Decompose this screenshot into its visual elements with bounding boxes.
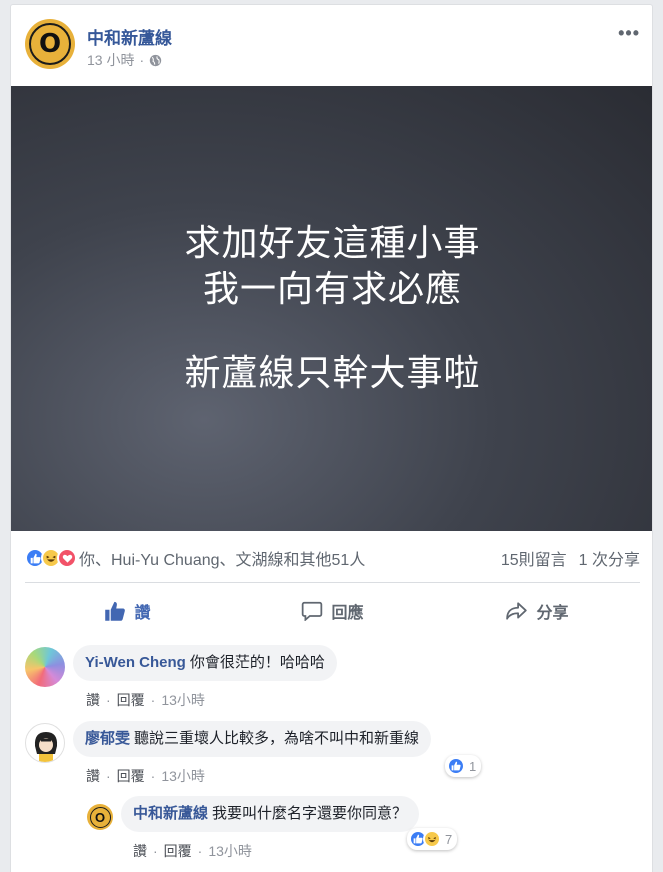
page-avatar-letter: O xyxy=(29,23,71,65)
comments-count[interactable]: 15則留言 xyxy=(501,546,567,570)
image-text-line-1: 求加好友這種小事 xyxy=(184,222,481,264)
reply-author[interactable]: 中和新蘆線 xyxy=(133,805,208,822)
page-avatar-letter: O xyxy=(89,806,111,828)
comment-actions: 讚 · 回覆 · 13小時 xyxy=(86,766,205,786)
commenter-avatar[interactable] xyxy=(25,723,65,763)
comment-actions: 讚 · 回覆 · 13小時 xyxy=(86,690,205,710)
reply-actions: 讚 · 回覆 · 13小時 xyxy=(133,841,252,861)
comment-reply-link[interactable]: 回覆 xyxy=(117,690,145,710)
comment-time[interactable]: 13小時 xyxy=(161,690,205,710)
like-icon xyxy=(447,757,465,775)
comment-author[interactable]: Yi-Wen Cheng xyxy=(85,654,186,671)
comment-button[interactable]: 回應 xyxy=(230,588,435,634)
commenter-avatar[interactable] xyxy=(25,647,65,687)
haha-icon xyxy=(423,830,441,848)
like-button-label: 讚 xyxy=(134,605,151,622)
reply-bubble: 中和新蘆線 我要叫什麼名字還要你同意？ xyxy=(121,796,420,832)
post-meta: 13 小時 · xyxy=(87,50,162,70)
more-options-icon[interactable]: ••• xyxy=(618,23,640,44)
reply-reaction-count[interactable]: 7 xyxy=(407,828,458,850)
image-text-line-3: 新蘆線只幹大事啦 xyxy=(184,352,481,394)
reply-avatar[interactable]: O xyxy=(87,804,113,830)
post-time[interactable]: 13 小時 xyxy=(87,50,134,70)
comments-section: Yi-Wen Cheng 你會很茫的！哈哈哈 讚 · 回覆 · 13小時 廖郁雯聽… xyxy=(11,635,652,872)
comment-text: 聽說三重壞人比較多，為啥不叫中和新重線 xyxy=(134,730,420,747)
share-icon xyxy=(506,602,528,620)
comment-text: 你會很茫的！哈哈哈 xyxy=(189,654,325,671)
comment-reaction-count[interactable]: 1 xyxy=(445,755,482,777)
comment-button-label: 回應 xyxy=(331,605,364,622)
comment-time[interactable]: 13小時 xyxy=(161,766,205,786)
globe-icon[interactable] xyxy=(149,54,162,67)
comment-icon xyxy=(302,601,323,621)
reaction-count: 7 xyxy=(445,831,453,847)
post-card: O 中和新蘆線 13 小時 · ••• 求加好友這種小事 我一向有求必應 新蘆線… xyxy=(10,4,653,872)
comment-like-link[interactable]: 讚 xyxy=(86,766,100,786)
comment-bubble: 廖郁雯 聽說三重壞人比較多，為啥不叫中和新重線 xyxy=(73,721,432,757)
reply-text: 我要叫什麼名字還要你同意？ xyxy=(212,805,408,822)
share-button[interactable]: 分享 xyxy=(435,588,640,634)
divider xyxy=(25,582,640,583)
reaction-count: 1 xyxy=(469,758,477,774)
reply-reply-link[interactable]: 回覆 xyxy=(164,841,192,861)
shares-count[interactable]: 1 次分享 xyxy=(579,546,640,570)
share-button-label: 分享 xyxy=(536,605,569,622)
image-text-line-2: 我一向有求必應 xyxy=(202,268,462,310)
post-image[interactable]: 求加好友這種小事 我一向有求必應 新蘆線只幹大事啦 xyxy=(11,86,652,531)
reply-time[interactable]: 13小時 xyxy=(208,841,252,861)
comment-bubble: Yi-Wen Cheng 你會很茫的！哈哈哈 xyxy=(73,645,337,681)
action-bar: 讚 回應 分享 xyxy=(25,588,640,634)
like-button[interactable]: 讚 xyxy=(25,588,230,634)
comment-author[interactable]: 廖郁雯 xyxy=(85,730,130,747)
love-icon xyxy=(57,548,77,568)
comment-like-link[interactable]: 讚 xyxy=(86,690,100,710)
reactors-text[interactable]: 你、Hui-Yu Chuang、文湖線和其他51人 xyxy=(79,546,365,570)
comment-reply-link[interactable]: 回覆 xyxy=(117,766,145,786)
thumbs-up-icon xyxy=(105,601,126,621)
reaction-icons[interactable] xyxy=(25,548,77,568)
meta-separator: · xyxy=(139,52,145,68)
reply-like-link[interactable]: 讚 xyxy=(133,841,147,861)
reaction-summary: 你、Hui-Yu Chuang、文湖線和其他51人 15則留言 1 次分享 xyxy=(25,543,640,573)
page-avatar[interactable]: O xyxy=(25,19,75,69)
page-name-link[interactable]: 中和新蘆線 xyxy=(87,24,172,49)
